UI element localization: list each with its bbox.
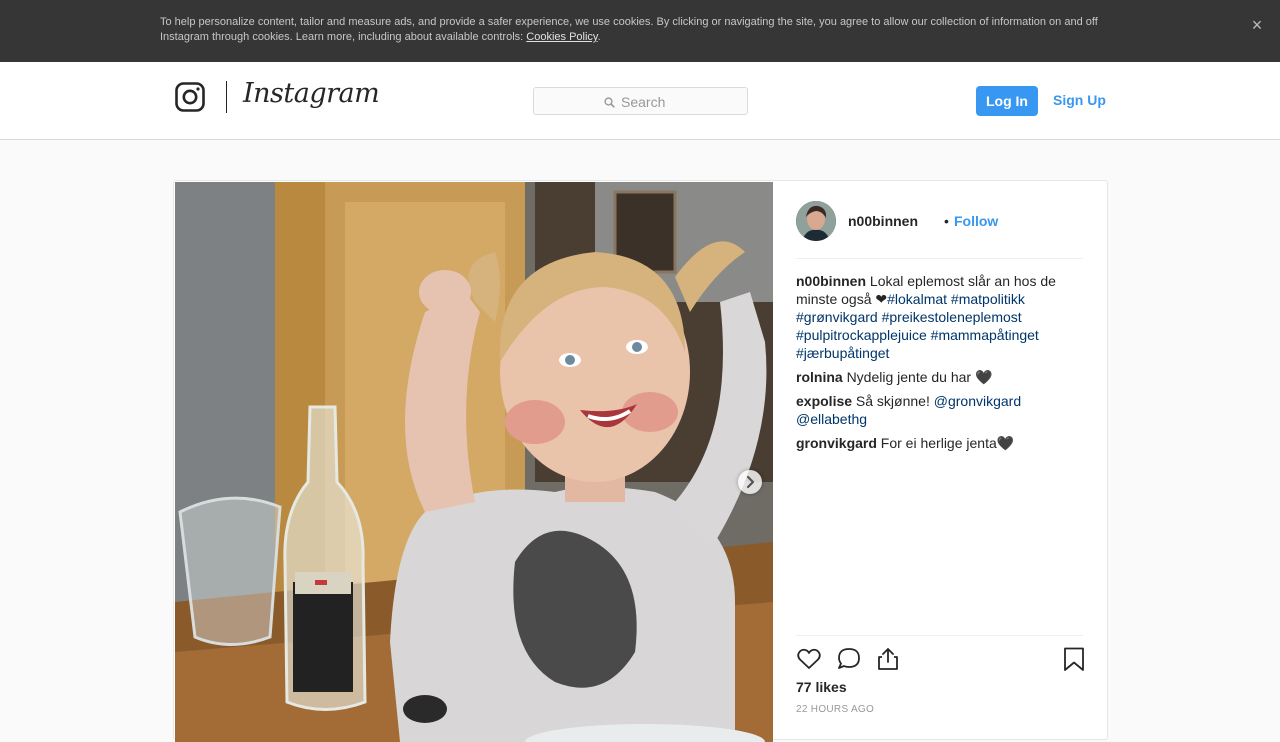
cookie-period: . bbox=[597, 31, 601, 43]
hashtag-link[interactable]: #grønvikgard bbox=[796, 309, 878, 325]
post-author-username[interactable]: n00binnen bbox=[848, 213, 918, 229]
cookie-text: To help personalize content, tailor and … bbox=[160, 15, 1120, 45]
comments-list: n00binnen Lokal eplemost slår an hos de … bbox=[796, 272, 1083, 458]
logo-divider bbox=[226, 81, 227, 113]
hashtag-link[interactable]: #mammapåtinget bbox=[931, 327, 1039, 343]
chevron-right-icon bbox=[746, 475, 755, 489]
comment-text: Nydelig jente du har bbox=[846, 369, 975, 385]
separator-dot: • bbox=[944, 213, 949, 229]
hashtag-link[interactable]: #jærbupåtinget bbox=[796, 345, 889, 361]
cookies-policy-link[interactable]: Cookies Policy bbox=[526, 31, 597, 43]
search-icon bbox=[604, 96, 615, 108]
post-author-row: n00binnen • Follow bbox=[796, 201, 1083, 259]
comment-text: Så skjønne! bbox=[855, 393, 934, 409]
comment-item: gronvikgard For ei herlige jenta🖤 bbox=[796, 434, 1083, 452]
search-input[interactable]: Search bbox=[533, 87, 748, 115]
black-heart-emoji: 🖤 bbox=[974, 369, 993, 385]
comment-username[interactable]: rolnina bbox=[796, 369, 843, 385]
post-card: n00binnen • Follow n00binnen Lokal eplem… bbox=[173, 180, 1108, 742]
comment-icon[interactable] bbox=[836, 646, 862, 672]
top-nav: Instagram Search Log In Sign Up bbox=[0, 62, 1280, 140]
cookie-message: To help personalize content, tailor and … bbox=[160, 16, 1098, 43]
caption: n00binnen Lokal eplemost slår an hos de … bbox=[796, 272, 1083, 362]
post-photo[interactable] bbox=[175, 182, 773, 742]
post-sidebar: n00binnen • Follow n00binnen Lokal eplem… bbox=[773, 181, 1107, 741]
post-timestamp: 22 HOURS AGO bbox=[796, 704, 875, 715]
mention-link[interactable]: @gronvikgard bbox=[934, 393, 1021, 409]
hashtag-link[interactable]: #lokalmat bbox=[887, 291, 947, 307]
instagram-wordmark[interactable]: Instagram bbox=[243, 78, 380, 109]
bookmark-icon[interactable] bbox=[1061, 646, 1087, 672]
instagram-camera-icon[interactable] bbox=[175, 82, 205, 112]
search-inner: Search bbox=[604, 94, 665, 110]
comment-username[interactable]: gronvikgard bbox=[796, 435, 877, 451]
close-icon[interactable]: × bbox=[1248, 16, 1266, 34]
hashtag-link[interactable]: #pulpitrockapplejuice bbox=[796, 327, 927, 343]
next-photo-button[interactable] bbox=[738, 470, 762, 494]
avatar-image bbox=[796, 201, 836, 241]
hashtag-link[interactable]: #preikestoleneplemost bbox=[882, 309, 1022, 325]
comment-username[interactable]: expolise bbox=[796, 393, 852, 409]
caption-username[interactable]: n00binnen bbox=[796, 273, 866, 289]
cookie-banner: To help personalize content, tailor and … bbox=[0, 0, 1280, 62]
sign-up-link[interactable]: Sign Up bbox=[1053, 92, 1106, 108]
log-in-button[interactable]: Log In bbox=[976, 86, 1038, 116]
hashtag-link[interactable]: #matpolitikk bbox=[951, 291, 1025, 307]
share-icon[interactable] bbox=[875, 646, 901, 672]
likes-count[interactable]: 77 likes bbox=[796, 679, 847, 695]
black-heart-emoji: 🖤 bbox=[996, 435, 1015, 451]
heart-icon[interactable] bbox=[796, 646, 822, 672]
mention-link[interactable]: @ellabethg bbox=[796, 411, 867, 427]
post-actions bbox=[796, 635, 1084, 680]
comment-text: For ei herlige jenta bbox=[880, 435, 997, 451]
photo-illustration bbox=[175, 182, 773, 742]
follow-button[interactable]: Follow bbox=[954, 213, 998, 229]
comment-item: expolise Så skjønne! @gronvikgard @ellab… bbox=[796, 392, 1083, 428]
comment-item: rolnina Nydelig jente du har 🖤 bbox=[796, 368, 1083, 386]
avatar[interactable] bbox=[796, 201, 836, 241]
search-placeholder: Search bbox=[621, 94, 666, 110]
